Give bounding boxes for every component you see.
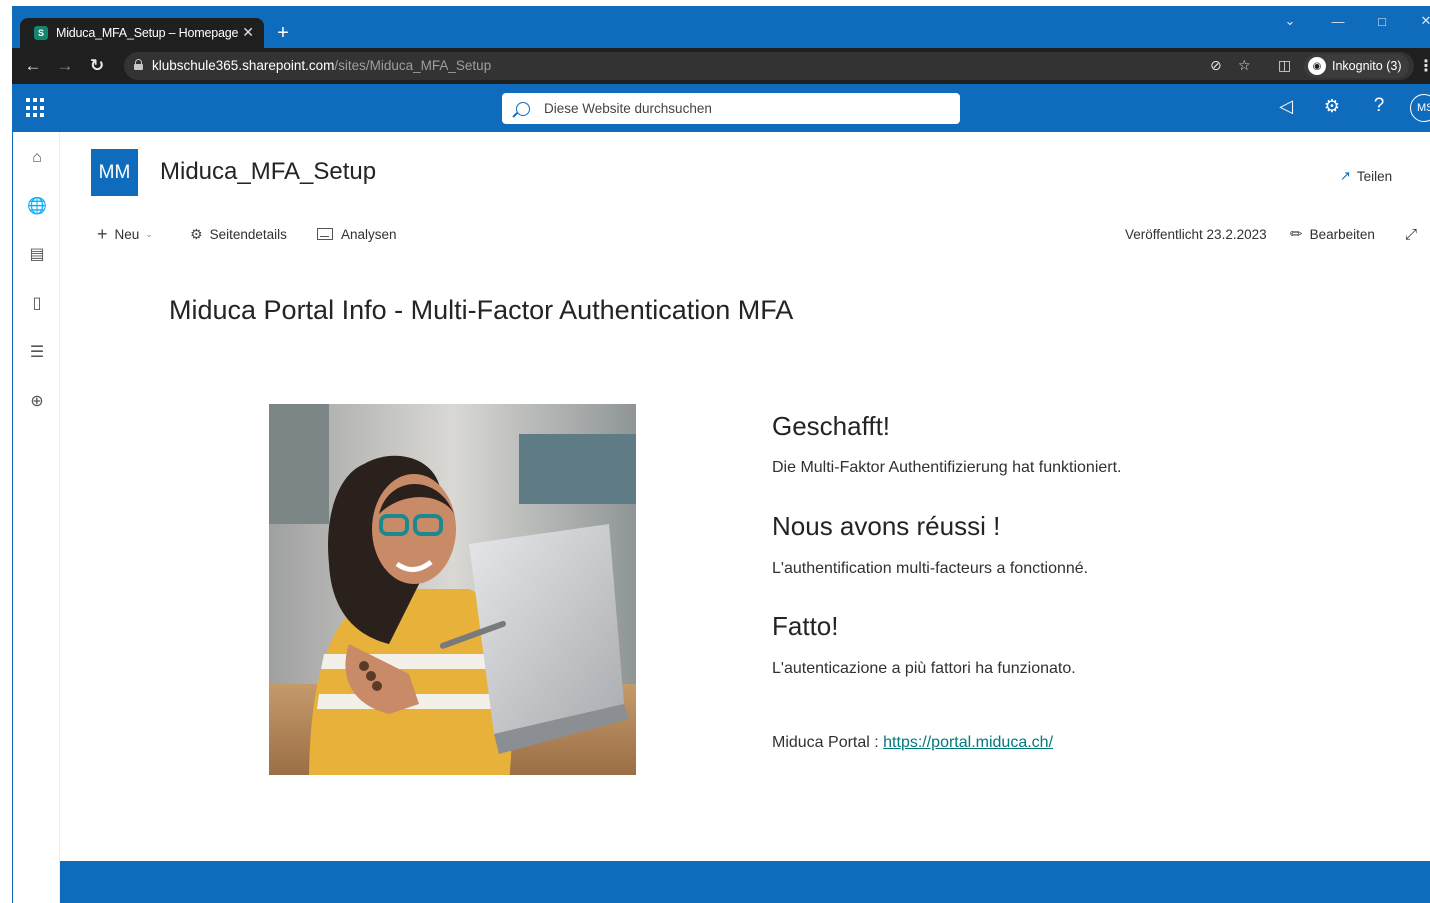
chevron-down-icon[interactable]: ⌄: [1268, 6, 1312, 36]
add-circle-icon[interactable]: ⊕: [27, 391, 47, 411]
analytics-icon: [317, 228, 333, 240]
published-status: Veröffentlicht 23.2.2023: [1125, 224, 1267, 244]
list-icon[interactable]: ☰: [27, 342, 47, 362]
page-title: Miduca Portal Info - Multi-Factor Authen…: [169, 295, 794, 325]
portal-link[interactable]: https://portal.miduca.ch/: [883, 734, 1053, 751]
share-label: Teilen: [1356, 168, 1393, 184]
new-button[interactable]: + Neu ⌄: [97, 224, 153, 244]
url-host: klubschule365.sharepoint.com: [152, 58, 335, 73]
app-launcher-icon[interactable]: [26, 98, 46, 118]
site-title[interactable]: Miduca_MFA_Setup: [160, 158, 376, 186]
news-icon[interactable]: ▤: [27, 244, 47, 264]
url-text[interactable]: klubschule365.sharepoint.com/sites/Miduc…: [152, 58, 491, 73]
analytics-label: Analysen: [341, 226, 397, 242]
analytics-button[interactable]: Analysen: [317, 224, 397, 244]
tab-close-icon[interactable]: ✕: [242, 24, 254, 41]
section-text-de: Die Multi-Faktor Authentifizierung hat f…: [772, 459, 1122, 476]
close-icon[interactable]: ✕: [1404, 6, 1430, 36]
more-menu-icon[interactable]: ⋮: [1418, 56, 1430, 76]
gear-icon[interactable]: ⚙: [1320, 96, 1344, 117]
eye-off-icon[interactable]: ⊘: [1210, 57, 1222, 74]
section-text-it: L'autenticazione a più fattori ha funzio…: [772, 660, 1076, 677]
url-path: /sites/Miduca_MFA_Setup: [334, 58, 492, 73]
home-icon[interactable]: ⌂: [27, 148, 47, 168]
portal-label: Miduca Portal :: [772, 734, 884, 751]
globe-icon[interactable]: 🌐: [27, 196, 47, 216]
help-icon[interactable]: ?: [1367, 95, 1391, 117]
share-icon: ↗: [1340, 168, 1351, 183]
lock-icon[interactable]: [134, 59, 143, 70]
megaphone-icon[interactable]: ◁: [1274, 96, 1298, 117]
site-logo[interactable]: MM: [91, 149, 138, 196]
section-heading-it: Fatto!: [772, 611, 839, 641]
page-details-button[interactable]: ⚙ Seitendetails: [190, 224, 287, 244]
sharepoint-favicon-icon: S: [34, 26, 48, 40]
new-tab-button[interactable]: +: [268, 18, 298, 48]
edit-button[interactable]: ✏ Bearbeiten: [1290, 224, 1375, 244]
chevron-down-icon: ⌄: [145, 228, 153, 239]
browser-tab[interactable]: S Miduca_MFA_Setup – Homepage ✕: [20, 18, 264, 48]
section-heading-fr: Nous avons réussi !: [772, 511, 1001, 541]
suite-bar: Diese Website durchsuchen ◁ ⚙ ? MS: [12, 84, 1430, 132]
gear-icon: ⚙: [190, 225, 203, 242]
left-navigation-rail: ⌂ 🌐 ▤ ▯ ☰ ⊕: [12, 132, 60, 903]
section-heading-de: Geschafft!: [772, 411, 891, 441]
section-text-fr: L'authentification multi-facteurs a fonc…: [772, 560, 1089, 577]
incognito-icon: ◉: [1308, 57, 1326, 75]
reload-icon[interactable]: ↻: [86, 55, 108, 77]
minimize-icon[interactable]: —: [1316, 6, 1360, 36]
account-avatar[interactable]: MS: [1410, 94, 1430, 122]
browser-toolbar: ← → ↻ klubschule365.sharepoint.com/sites…: [12, 48, 1430, 84]
back-arrow-icon[interactable]: ←: [22, 55, 44, 77]
screen: S Miduca_MFA_Setup – Homepage ✕ + ⌄ — □ …: [0, 0, 1430, 903]
portal-line: Miduca Portal : https://portal.miduca.ch…: [772, 734, 1053, 752]
search-placeholder: Diese Website durchsuchen: [544, 101, 712, 116]
incognito-badge[interactable]: ◉ Inkognito (3): [1304, 54, 1410, 78]
page-footer: [60, 861, 1430, 903]
expand-icon[interactable]: ⤢: [1405, 224, 1417, 244]
side-panel-icon[interactable]: ◫: [1278, 57, 1291, 74]
file-icon[interactable]: ▯: [27, 293, 47, 313]
new-label: Neu: [114, 226, 140, 242]
photo-illustration: [269, 404, 636, 775]
browser-tabstrip: S Miduca_MFA_Setup – Homepage ✕ + ⌄ — □ …: [12, 6, 1430, 48]
tab-title: Miduca_MFA_Setup – Homepage: [56, 26, 239, 40]
forward-arrow-icon[interactable]: →: [54, 55, 76, 77]
page-details-label: Seitendetails: [209, 226, 287, 242]
share-button[interactable]: ↗ Teilen: [1340, 168, 1392, 184]
site-search-input[interactable]: Diese Website durchsuchen: [502, 93, 960, 124]
plus-icon: +: [97, 223, 108, 244]
pencil-icon: ✏: [1290, 226, 1303, 243]
incognito-label: Inkognito (3): [1332, 59, 1402, 73]
hero-image: [269, 404, 636, 775]
published-label: Veröffentlicht 23.2.2023: [1125, 226, 1267, 242]
search-icon: [516, 101, 530, 116]
edit-label: Bearbeiten: [1309, 226, 1375, 242]
address-bar[interactable]: klubschule365.sharepoint.com/sites/Miduc…: [124, 52, 1414, 80]
maximize-icon[interactable]: □: [1360, 6, 1404, 36]
star-icon[interactable]: ☆: [1238, 57, 1251, 74]
